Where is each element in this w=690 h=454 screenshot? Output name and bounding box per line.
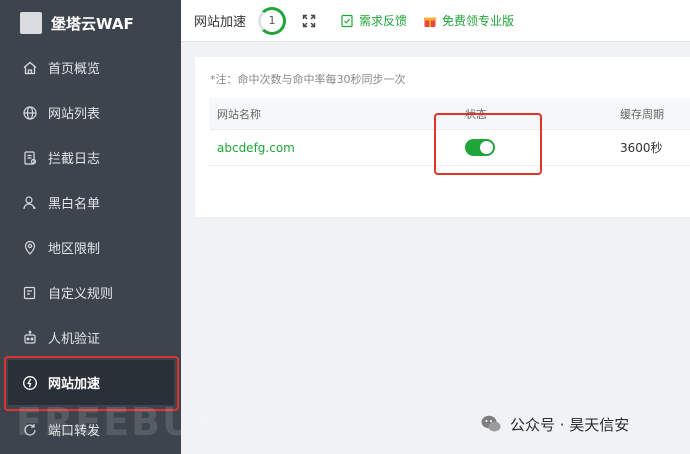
sidebar: 堡塔云WAF 首页概览 网站列表 拦截日志 黑白名单 地区限制 自定义规则 人机…: [0, 0, 181, 454]
refresh-icon: [22, 422, 38, 438]
sidebar-item-label: 端口转发: [48, 424, 101, 439]
app-title: 堡塔云WAF: [51, 14, 134, 33]
page-title: 网站加速: [194, 15, 247, 30]
top-header: 网站加速 1 需求反馈 免费领专业版: [181, 0, 690, 42]
sidebar-item-label: 黑白名单: [48, 197, 101, 212]
sidebar-item-label: 自定义规则: [48, 287, 114, 302]
robot-icon: [22, 330, 38, 346]
site-table: 网站名称 状态 缓存周期 abcdefg.com 3600秒: [209, 98, 690, 166]
sidebar-item-label: 地区限制: [48, 242, 101, 257]
column-header-cache-period: 缓存周期: [620, 107, 664, 121]
sidebar-item-captcha[interactable]: 人机验证: [0, 315, 181, 360]
cache-period-cell: 3600秒: [620, 141, 663, 155]
column-header-status: 状态: [465, 107, 487, 121]
upgrade-link[interactable]: 免费领专业版: [442, 12, 514, 29]
home-icon: [22, 60, 38, 76]
sidebar-item-label: 人机验证: [48, 332, 101, 347]
bolt-icon: [22, 375, 38, 391]
wechat-watermark: 公众号 · 昊天信安: [480, 413, 629, 435]
sidebar-item-site-acceleration[interactable]: 网站加速: [8, 360, 174, 405]
location-pin-icon: [22, 240, 38, 256]
sidebar-item-home[interactable]: 首页概览: [0, 45, 181, 90]
brand-logo: [20, 12, 42, 34]
toggle-knob: [480, 141, 493, 154]
sidebar-item-label: 拦截日志: [48, 152, 101, 167]
log-icon: [22, 150, 38, 166]
wechat-icon: [481, 415, 501, 432]
feedback-link[interactable]: 需求反馈: [359, 12, 407, 29]
sync-note: *注：命中次数与命中率每30秒同步一次: [210, 73, 406, 86]
wechat-account-label: 公众号 · 昊天信安: [510, 415, 630, 434]
fullscreen-icon[interactable]: [302, 14, 316, 28]
gift-icon: [423, 14, 437, 28]
sidebar-item-label: 网站加速: [48, 377, 101, 392]
table-row: abcdefg.com 3600秒: [209, 130, 690, 166]
sidebar-item-region-limit[interactable]: 地区限制: [0, 225, 181, 270]
sidebar-item-custom-rules[interactable]: 自定义规则: [0, 270, 181, 315]
count-badge-value: 1: [268, 14, 276, 27]
brand: 堡塔云WAF: [20, 12, 134, 34]
status-toggle[interactable]: [465, 139, 495, 156]
sidebar-item-port-forward[interactable]: 端口转发: [0, 407, 181, 452]
sidebar-item-sites[interactable]: 网站列表: [0, 90, 181, 135]
sidebar-item-label: 网站列表: [48, 107, 101, 122]
sidebar-item-logs[interactable]: 拦截日志: [0, 135, 181, 180]
edit-icon: [22, 285, 38, 301]
user-icon: [22, 195, 38, 211]
site-name-link[interactable]: abcdefg.com: [217, 141, 295, 155]
sidebar-item-blackwhite-list[interactable]: 黑白名单: [0, 180, 181, 225]
column-header-site-name: 网站名称: [217, 107, 261, 121]
count-badge[interactable]: 1: [258, 6, 287, 35]
acceleration-panel: *注：命中次数与命中率每30秒同步一次 网站名称 状态 缓存周期 abcdefg…: [195, 57, 690, 217]
sidebar-item-label: 首页概览: [48, 62, 101, 77]
globe-icon: [22, 105, 38, 121]
feedback-icon: [340, 14, 354, 28]
table-header: 网站名称 状态 缓存周期: [209, 98, 690, 130]
